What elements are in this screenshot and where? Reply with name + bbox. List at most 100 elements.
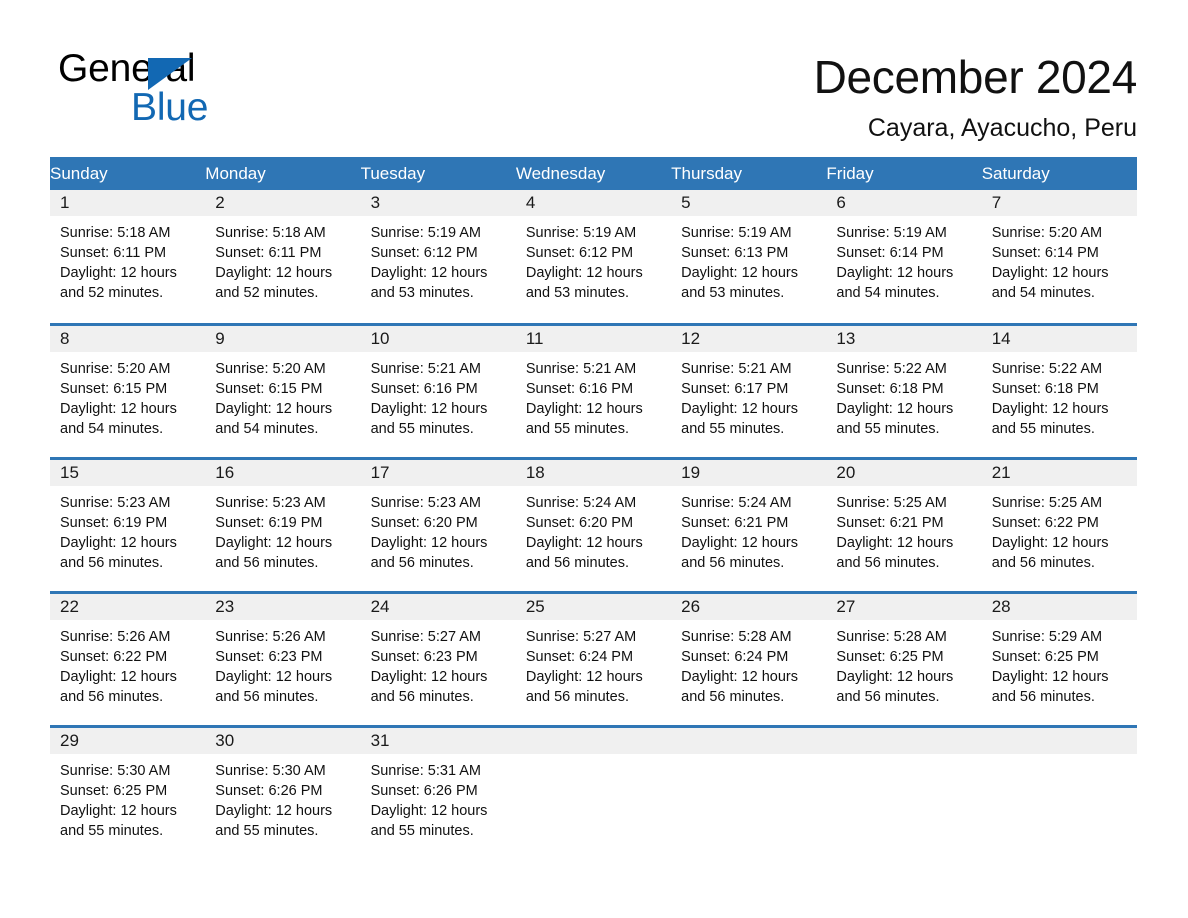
generalblue-logo[interactable]: General Blue xyxy=(58,48,388,134)
calendar-day-cell[interactable]: 9 Sunrise: 5:20 AM Sunset: 6:15 PM Daylight… xyxy=(205,322,361,458)
calendar-day-cell[interactable]: 24 Sunrise: 5:27 AM Sunset: 6:23 PM Dayligh… xyxy=(360,590,516,726)
calendar-day-cell[interactable]: 12 Sunrise: 5:21 AM Sunset: 6:17 PM Dayligh… xyxy=(671,322,827,458)
day-details: Sunrise: 5:28 AM Sunset: 6:25 PM Daylight:… xyxy=(826,620,981,707)
day-cell-inner: 11 Sunrise: 5:21 AM Sunset: 6:16 PM Dayligh… xyxy=(515,325,672,457)
day-details: Sunrise: 5:22 AM Sunset: 6:18 PM Daylight:… xyxy=(982,352,1137,439)
day-number: 13 xyxy=(826,325,982,352)
daylight-text: Daylight: 12 hours and 55 minutes. xyxy=(991,400,1109,437)
sunrise-text: Sunrise: 5:27 AM xyxy=(525,628,637,645)
sunset-text: Sunset: 6:20 PM xyxy=(525,514,634,531)
calendar-day-cell[interactable]: 1 Sunrise: 5:18 AM Sunset: 6:11 PM Daylight… xyxy=(50,190,206,324)
day-details: Sunrise: 5:28 AM Sunset: 6:24 PM Daylight:… xyxy=(671,620,826,707)
calendar-day-cell[interactable]: 19 Sunrise: 5:24 AM Sunset: 6:21 PM Dayligh… xyxy=(671,456,827,592)
calendar-day-cell[interactable]: 20 Sunrise: 5:25 AM Sunset: 6:21 PM Dayligh… xyxy=(826,456,982,592)
calendar-day-cell[interactable]: 28 Sunrise: 5:29 AM Sunset: 6:25 PM Dayligh… xyxy=(981,590,1137,726)
day-details xyxy=(516,754,671,761)
day-number: 5 xyxy=(671,190,827,216)
weekday-header-row: Sunday Monday Tuesday Wednesday Thursday… xyxy=(50,157,1137,190)
sunset-text: Sunset: 6:13 PM xyxy=(681,245,789,261)
sunrise-text: Sunrise: 5:19 AM xyxy=(370,225,481,241)
daylight-text: Daylight: 12 hours and 56 minutes. xyxy=(60,668,177,705)
day-number: 25 xyxy=(515,593,672,620)
sunset-text: Sunset: 6:19 PM xyxy=(215,514,323,531)
sunset-text: Sunset: 6:25 PM xyxy=(991,648,1099,665)
sunset-text: Sunset: 6:11 PM xyxy=(215,245,322,261)
sunrise-text: Sunrise: 5:21 AM xyxy=(525,360,637,377)
day-number: 11 xyxy=(515,325,672,352)
day-details: Sunrise: 5:31 AM Sunset: 6:26 PM Daylight:… xyxy=(361,754,516,841)
day-details: Sunrise: 5:19 AM Sunset: 6:13 PM Daylight:… xyxy=(671,216,826,303)
day-cell-inner: 1 Sunrise: 5:18 AM Sunset: 6:11 PM Daylight… xyxy=(50,190,206,323)
calendar-day-cell[interactable]: 15 Sunrise: 5:23 AM Sunset: 6:19 PM Dayligh… xyxy=(50,456,206,592)
sunset-text: Sunset: 6:21 PM xyxy=(836,514,944,531)
sunrise-text: Sunrise: 5:20 AM xyxy=(215,360,326,377)
day-cell-inner xyxy=(515,727,672,845)
calendar-day-cell[interactable]: 11 Sunrise: 5:21 AM Sunset: 6:16 PM Dayligh… xyxy=(515,322,672,458)
day-cell-inner: 8 Sunrise: 5:20 AM Sunset: 6:15 PM Daylight… xyxy=(50,325,206,457)
calendar-day-cell[interactable]: 21 Sunrise: 5:25 AM Sunset: 6:22 PM Dayligh… xyxy=(981,456,1137,592)
calendar-day-cell[interactable]: 3 Sunrise: 5:19 AM Sunset: 6:12 PM Daylight… xyxy=(360,190,516,324)
sunset-text: Sunset: 6:16 PM xyxy=(370,380,478,397)
day-details: Sunrise: 5:19 AM Sunset: 6:14 PM Daylight:… xyxy=(826,216,981,303)
calendar-day-cell[interactable]: 22 Sunrise: 5:26 AM Sunset: 6:22 PM Dayligh… xyxy=(50,590,206,726)
day-number xyxy=(671,727,827,754)
sunrise-text: Sunrise: 5:18 AM xyxy=(215,225,326,241)
day-cell-inner: 28 Sunrise: 5:29 AM Sunset: 6:25 PM Dayligh… xyxy=(981,593,1137,725)
day-number: 19 xyxy=(671,459,827,486)
calendar-day-cell[interactable]: 4 Sunrise: 5:19 AM Sunset: 6:12 PM Daylight… xyxy=(515,190,672,324)
calendar-day-cell[interactable]: 18 Sunrise: 5:24 AM Sunset: 6:20 PM Dayligh… xyxy=(515,456,672,592)
calendar-day-cell[interactable]: 8 Sunrise: 5:20 AM Sunset: 6:15 PM Daylight… xyxy=(50,322,206,458)
sunset-text: Sunset: 6:15 PM xyxy=(60,380,168,397)
sunrise-text: Sunrise: 5:25 AM xyxy=(991,494,1103,511)
calendar-day-cell[interactable]: 25 Sunrise: 5:27 AM Sunset: 6:24 PM Dayligh… xyxy=(515,590,672,726)
daylight-text: Daylight: 12 hours and 55 minutes. xyxy=(60,802,177,839)
daylight-text: Daylight: 12 hours and 56 minutes. xyxy=(681,668,798,705)
calendar-day-cell[interactable]: 5 Sunrise: 5:19 AM Sunset: 6:13 PM Daylight… xyxy=(671,190,827,324)
day-number: 24 xyxy=(360,593,516,620)
sunset-text: Sunset: 6:24 PM xyxy=(525,648,634,665)
calendar-day-cell[interactable]: 30 Sunrise: 5:30 AM Sunset: 6:26 PM Dayligh… xyxy=(205,724,361,844)
day-cell-inner: 23 Sunrise: 5:26 AM Sunset: 6:23 PM Dayligh… xyxy=(205,593,361,725)
day-cell-inner: 4 Sunrise: 5:19 AM Sunset: 6:12 PM Daylight… xyxy=(515,190,672,323)
daylight-text: Daylight: 12 hours and 56 minutes. xyxy=(60,534,177,571)
daylight-text: Daylight: 12 hours and 56 minutes. xyxy=(525,668,643,705)
sunset-text: Sunset: 6:23 PM xyxy=(215,648,323,665)
day-details xyxy=(671,754,826,761)
sunset-text: Sunset: 6:18 PM xyxy=(991,380,1099,397)
calendar-day-cell[interactable]: 14 Sunrise: 5:22 AM Sunset: 6:18 PM Dayligh… xyxy=(981,322,1137,458)
sunset-text: Sunset: 6:12 PM xyxy=(370,245,478,261)
daylight-text: Daylight: 12 hours and 53 minutes. xyxy=(681,265,798,301)
day-details: Sunrise: 5:21 AM Sunset: 6:16 PM Daylight:… xyxy=(361,352,516,439)
day-details: Sunrise: 5:22 AM Sunset: 6:18 PM Daylight:… xyxy=(826,352,981,439)
calendar-day-cell[interactable]: 6 Sunrise: 5:19 AM Sunset: 6:14 PM Daylight… xyxy=(826,190,982,324)
day-number: 9 xyxy=(205,325,361,352)
weekday-header-monday: Monday xyxy=(205,157,361,190)
calendar-day-cell[interactable]: 27 Sunrise: 5:28 AM Sunset: 6:25 PM Dayligh… xyxy=(826,590,982,726)
daylight-text: Daylight: 12 hours and 54 minutes. xyxy=(60,400,177,437)
calendar-day-cell[interactable]: 31 Sunrise: 5:31 AM Sunset: 6:26 PM Dayligh… xyxy=(360,724,516,844)
daylight-text: Daylight: 12 hours and 56 minutes. xyxy=(215,534,333,571)
calendar-day-cell[interactable]: 23 Sunrise: 5:26 AM Sunset: 6:23 PM Dayligh… xyxy=(205,590,361,726)
day-details: Sunrise: 5:24 AM Sunset: 6:21 PM Daylight:… xyxy=(671,486,826,573)
calendar-day-cell[interactable]: 26 Sunrise: 5:28 AM Sunset: 6:24 PM Dayligh… xyxy=(671,590,827,726)
calendar-day-cell[interactable]: 7 Sunrise: 5:20 AM Sunset: 6:14 PM Daylight… xyxy=(981,190,1137,324)
calendar-day-cell[interactable]: 17 Sunrise: 5:23 AM Sunset: 6:20 PM Dayligh… xyxy=(360,456,516,592)
calendar-table: Sunday Monday Tuesday Wednesday Thursday… xyxy=(50,157,1137,844)
day-cell-inner: 29 Sunrise: 5:30 AM Sunset: 6:25 PM Dayligh… xyxy=(50,727,206,845)
weekday-header-tuesday: Tuesday xyxy=(360,157,516,190)
sunrise-text: Sunrise: 5:23 AM xyxy=(370,494,481,511)
day-cell-inner: 16 Sunrise: 5:23 AM Sunset: 6:19 PM Dayligh… xyxy=(205,459,361,591)
sunrise-text: Sunrise: 5:27 AM xyxy=(370,628,481,645)
calendar-day-cell[interactable]: 2 Sunrise: 5:18 AM Sunset: 6:11 PM Daylight… xyxy=(205,190,361,324)
day-cell-inner: 21 Sunrise: 5:25 AM Sunset: 6:22 PM Dayligh… xyxy=(981,459,1137,591)
calendar-day-cell[interactable]: 13 Sunrise: 5:22 AM Sunset: 6:18 PM Dayligh… xyxy=(826,322,982,458)
calendar-body: 1 Sunrise: 5:18 AM Sunset: 6:11 PM Daylight… xyxy=(50,190,1137,844)
sunset-text: Sunset: 6:24 PM xyxy=(681,648,789,665)
sunrise-text: Sunrise: 5:24 AM xyxy=(681,494,792,511)
calendar-day-cell[interactable]: 10 Sunrise: 5:21 AM Sunset: 6:16 PM Dayligh… xyxy=(360,322,516,458)
day-cell-inner: 20 Sunrise: 5:25 AM Sunset: 6:21 PM Dayligh… xyxy=(826,459,982,591)
calendar-day-cell[interactable]: 16 Sunrise: 5:23 AM Sunset: 6:19 PM Dayligh… xyxy=(205,456,361,592)
calendar-day-cell[interactable]: 29 Sunrise: 5:30 AM Sunset: 6:25 PM Dayligh… xyxy=(50,724,206,845)
day-cell-inner: 6 Sunrise: 5:19 AM Sunset: 6:14 PM Daylight… xyxy=(826,190,982,323)
sunset-text: Sunset: 6:22 PM xyxy=(991,514,1099,531)
